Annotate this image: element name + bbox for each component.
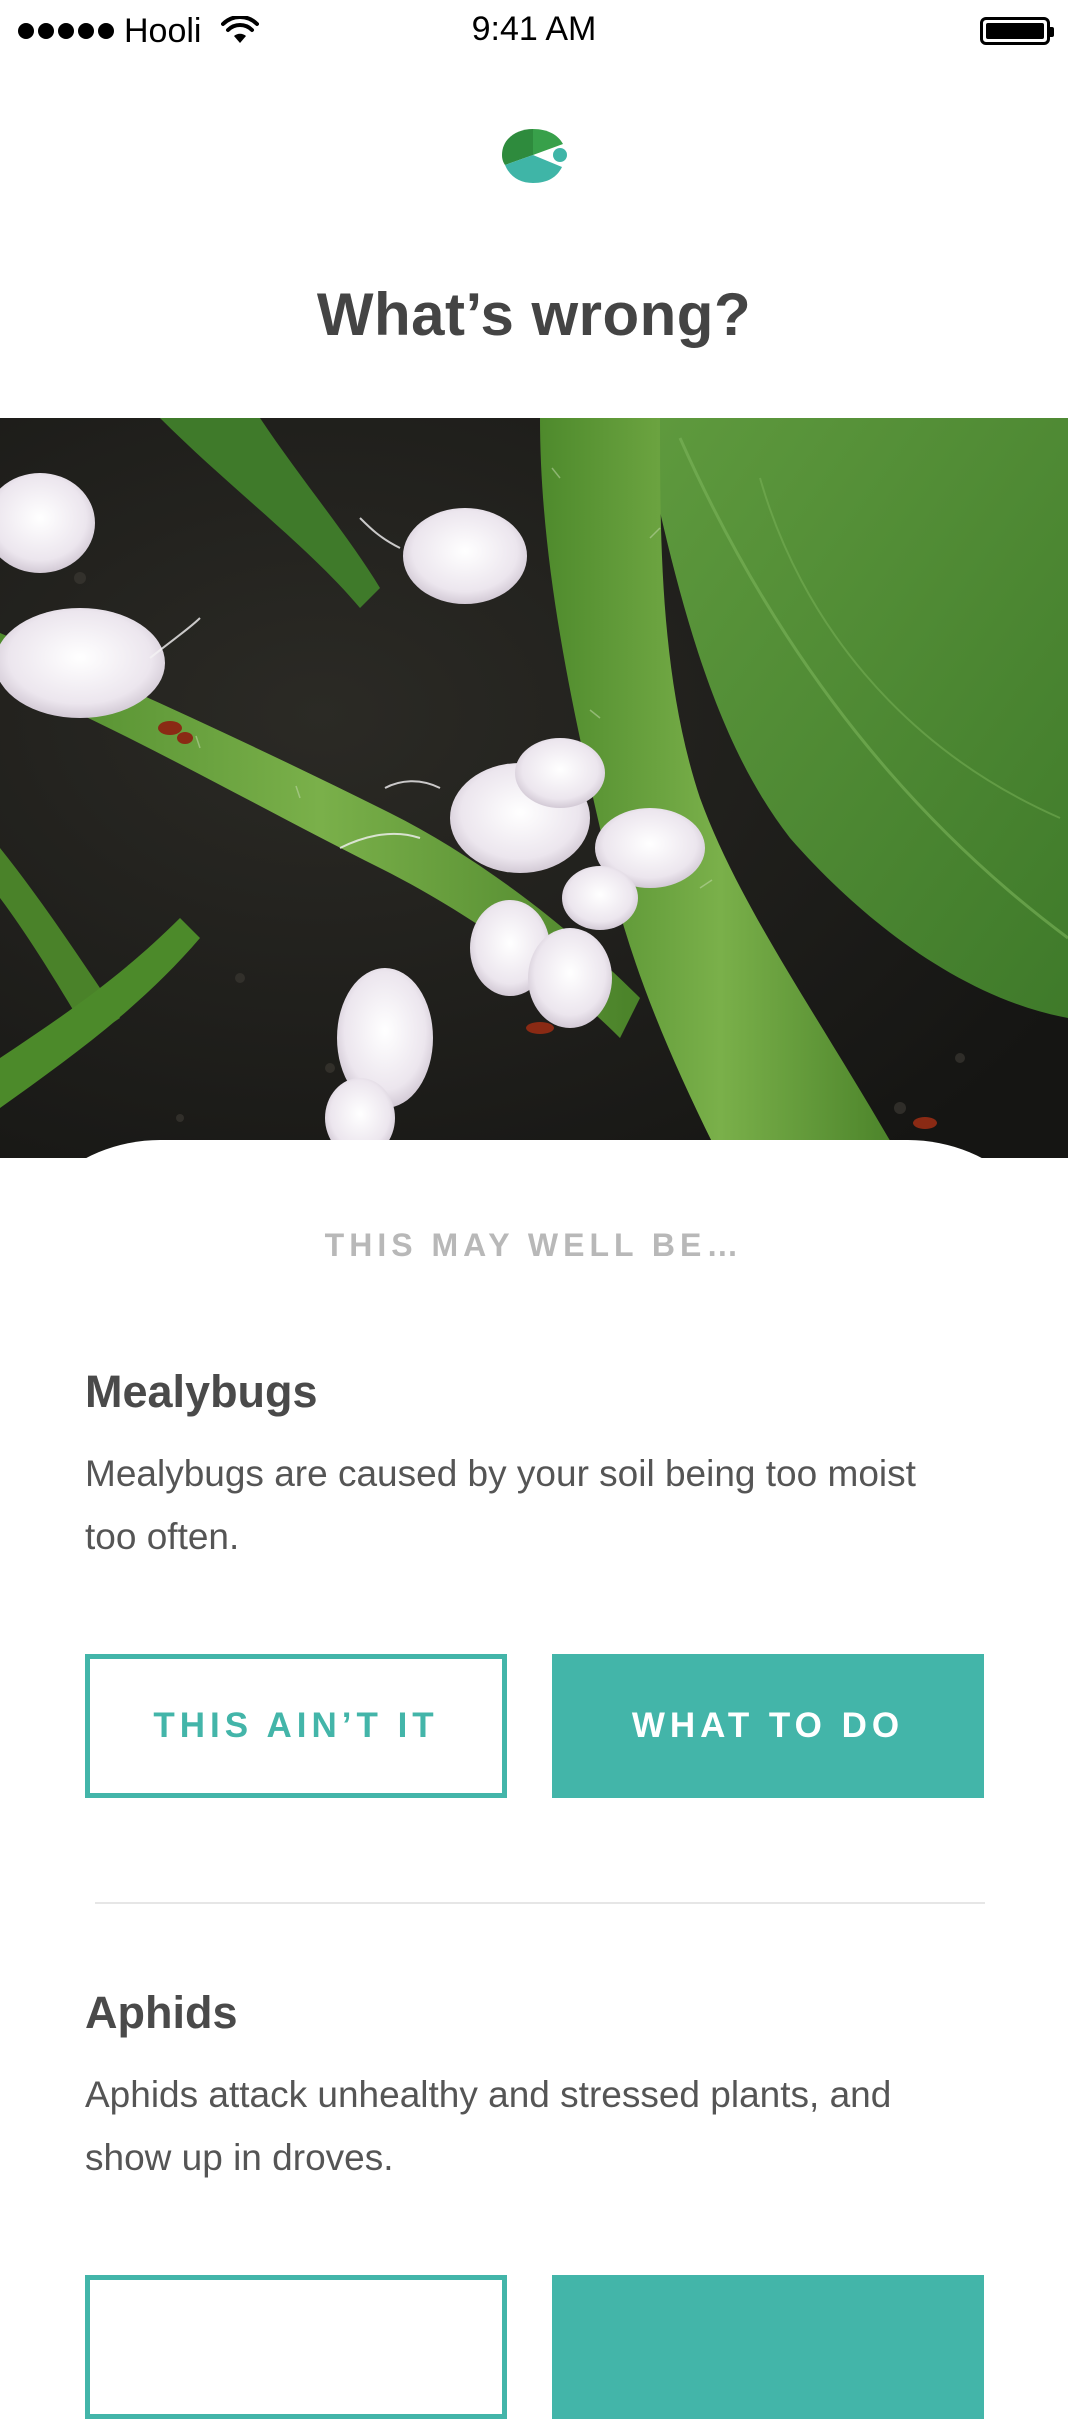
- results-card: THIS MAY WELL BE… Mealybugs Mealybugs ar…: [0, 1140, 1068, 2419]
- result-title: Mealybugs: [85, 1366, 318, 1417]
- plant-photo: [0, 418, 1068, 1158]
- dismiss-button[interactable]: [85, 2275, 507, 2419]
- page-title: What’s wrong?: [316, 281, 752, 348]
- result-description: Mealybugs are caused by your soil being …: [85, 1453, 916, 1557]
- result-actions: [85, 2275, 985, 2419]
- divider: [95, 1902, 985, 1904]
- result-item-mealybugs: Mealybugs Mealybugs are caused by your s…: [85, 1362, 985, 1798]
- result-item-aphids: Aphids Aphids attack unhealthy and stres…: [85, 1983, 985, 2419]
- section-label: THIS MAY WELL BE…: [324, 1227, 744, 1263]
- app-logo-icon: [502, 129, 567, 183]
- what-to-do-button[interactable]: [552, 2275, 984, 2419]
- result-description: Aphids attack unhealthy and stressed pla…: [85, 2074, 892, 2178]
- status-bar: Hooli 9:41 AM: [0, 0, 1068, 62]
- status-time: 9:41 AM: [471, 10, 597, 48]
- result-title: Aphids: [85, 1987, 238, 2038]
- what-to-do-button[interactable]: WHAT TO DO: [552, 1654, 984, 1798]
- battery-icon: [980, 17, 1054, 45]
- result-actions: THIS AIN’T IT WHAT TO DO: [85, 1654, 985, 1798]
- dismiss-button[interactable]: THIS AIN’T IT: [85, 1654, 507, 1798]
